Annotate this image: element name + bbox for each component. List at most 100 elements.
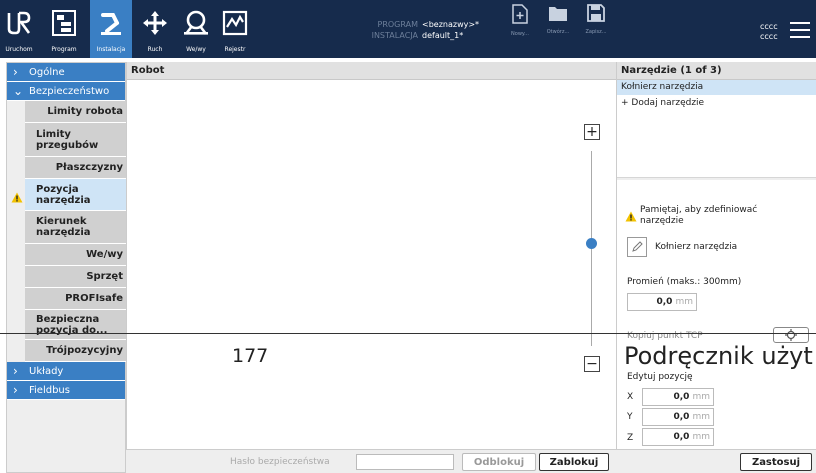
- nav-item-label: PROFIsafe: [65, 293, 123, 304]
- top-bar: Uruchom Program Instalacja Ruch We/wy Re…: [0, 0, 816, 58]
- zoom-in-button[interactable]: +: [584, 124, 600, 140]
- nav-section-label: Fieldbus: [29, 384, 70, 396]
- nav-item-label: Kierunek narzędzia: [36, 216, 91, 238]
- nav-item-tool-position[interactable]: Pozycja narzędzia: [11, 179, 127, 211]
- nav-item-label: Limity przegubów: [36, 128, 99, 151]
- edit-name-button[interactable]: [627, 237, 647, 257]
- x-input[interactable]: 0,0 mm: [642, 388, 714, 406]
- unit-label: mm: [675, 297, 693, 307]
- nav-item-label: Trójpozycyjny: [46, 345, 123, 356]
- password-input[interactable]: [356, 454, 454, 470]
- nav-item-planes[interactable]: Płaszczyzny: [25, 157, 127, 179]
- user-info: cccc cccc: [760, 22, 778, 42]
- chevron-right-icon: ›: [13, 364, 18, 378]
- target-icon: [785, 329, 797, 341]
- zoom-slider-handle[interactable]: [586, 238, 597, 249]
- tool-panel-title: Narzędzie (1 of 3): [617, 62, 816, 80]
- hamburger-menu-icon[interactable]: [790, 22, 810, 38]
- folder-icon: [549, 7, 567, 21]
- warning-text: Pamiętaj, aby zdefiniować narzędzie: [640, 205, 758, 226]
- footer-rule: [0, 333, 816, 334]
- nav-item-three-position[interactable]: Trójpozycyjny: [25, 340, 127, 362]
- tab-installation[interactable]: Instalacja: [90, 0, 132, 58]
- new-file-icon: [512, 4, 528, 24]
- new-file-label: Nowy...: [511, 31, 529, 37]
- tab-io-label: We/wy: [186, 46, 206, 53]
- installation-name: default_1*: [422, 31, 464, 40]
- save-disk-icon: [587, 4, 605, 22]
- program-key: PROGRAM: [377, 20, 419, 29]
- log-graph-icon: [222, 6, 248, 40]
- nav-item-label: We/wy: [86, 249, 123, 260]
- program-icon: [51, 6, 77, 40]
- nav-item-robot-limits[interactable]: Limity robota: [25, 101, 127, 123]
- x-value: 0,0: [673, 392, 690, 402]
- tool-panel: Narzędzie (1 of 3) Kołnierz narzędzia + …: [616, 62, 816, 449]
- nav-item-label: Płaszczyzny: [55, 162, 123, 173]
- move-arrows-icon: [142, 6, 168, 40]
- tab-program-label: Program: [51, 46, 77, 53]
- tab-log[interactable]: Rejestr: [216, 0, 254, 58]
- installation-key: INSTALACJA: [371, 31, 418, 40]
- warning-icon: [11, 192, 23, 203]
- lock-button[interactable]: Zablokuj: [539, 453, 609, 471]
- ur-logo-button[interactable]: Uruchom: [0, 0, 38, 58]
- radius-input[interactable]: 0,0 mm: [627, 293, 697, 311]
- save-file-label: Zapisz...: [585, 29, 607, 35]
- z-input[interactable]: 0,0 mm: [642, 428, 714, 446]
- tool-name-row: Kołnierz narzędzia: [627, 237, 737, 257]
- zoom-out-button[interactable]: −: [584, 356, 600, 372]
- tab-installation-label: Instalacja: [96, 46, 126, 53]
- tab-move[interactable]: Ruch: [136, 0, 174, 58]
- robot-view-panel: Robot + −: [126, 62, 616, 449]
- add-tool-button[interactable]: + Dodaj narzędzie: [617, 95, 816, 111]
- unlock-button[interactable]: Odblokuj: [462, 453, 536, 471]
- nav-item-profisafe[interactable]: PROFIsafe: [25, 288, 127, 310]
- nav-item-safe-home-position[interactable]: Bezpieczna pozycja do...: [25, 310, 127, 340]
- y-value: 0,0: [673, 412, 690, 422]
- divider: [617, 177, 816, 180]
- ur-logo-icon: [6, 6, 32, 40]
- save-file-button[interactable]: Zapisz...: [576, 4, 616, 58]
- nav-section-structure[interactable]: › Układy: [7, 362, 125, 381]
- nav-item-tool-direction[interactable]: Kierunek narzędzia: [25, 211, 127, 244]
- tab-move-label: Ruch: [147, 46, 163, 53]
- edit-position-label: Edytuj pozycję: [627, 372, 693, 382]
- y-label: Y: [627, 412, 633, 422]
- z-label: Z: [627, 433, 634, 443]
- left-navigation: › Ogólne ⌄ Bezpieczeństwo Limity robota …: [6, 62, 127, 473]
- tab-io[interactable]: We/wy: [176, 0, 216, 58]
- tool-warning: Pamiętaj, aby zdefiniować narzędzie: [625, 205, 800, 227]
- radius-label: Promień (maks.: 300mm): [627, 277, 742, 287]
- y-input[interactable]: 0,0 mm: [642, 408, 714, 426]
- unit-label: mm: [692, 412, 710, 422]
- nav-item-hardware[interactable]: Sprzęt: [25, 266, 127, 288]
- unit-label: mm: [692, 432, 710, 442]
- nav-item-joint-limits[interactable]: Limity przegubów: [25, 123, 127, 157]
- open-file-button[interactable]: Otwórz...: [538, 4, 578, 58]
- nav-section-label: Ogólne: [29, 66, 65, 78]
- program-info: PROGRAM <beznazwy>* INSTALACJA default_1…: [370, 19, 479, 41]
- robot-arm-icon: [97, 6, 125, 40]
- panel-title: Robot: [127, 62, 616, 80]
- nav-section-safety[interactable]: ⌄ Bezpieczeństwo: [7, 82, 125, 101]
- unit-label: mm: [692, 392, 710, 402]
- chevron-right-icon: ›: [13, 383, 18, 397]
- tool-list-item-selected[interactable]: Kołnierz narzędzia: [617, 80, 816, 95]
- copy-tcp-button[interactable]: [773, 327, 809, 343]
- nav-section-fieldbus[interactable]: › Fieldbus: [7, 381, 125, 400]
- nav-item-label: Pozycja narzędzia: [36, 183, 91, 206]
- radius-value: 0,0: [656, 297, 673, 307]
- pencil-icon: [632, 241, 643, 252]
- nav-item-io[interactable]: We/wy: [25, 244, 127, 266]
- nav-section-label: Bezpieczeństwo: [29, 85, 110, 97]
- tab-program[interactable]: Program: [42, 0, 86, 58]
- nav-item-label: Limity robota: [47, 106, 123, 117]
- program-name: <beznazwy>*: [422, 20, 480, 29]
- apply-button[interactable]: Zastosuj: [740, 453, 812, 471]
- chevron-right-icon: ›: [13, 65, 18, 79]
- nav-item-label: Sprzęt: [86, 271, 123, 282]
- open-file-label: Otwórz...: [546, 29, 570, 35]
- new-file-button[interactable]: Nowy...: [500, 4, 540, 58]
- nav-section-general[interactable]: › Ogólne: [7, 63, 125, 82]
